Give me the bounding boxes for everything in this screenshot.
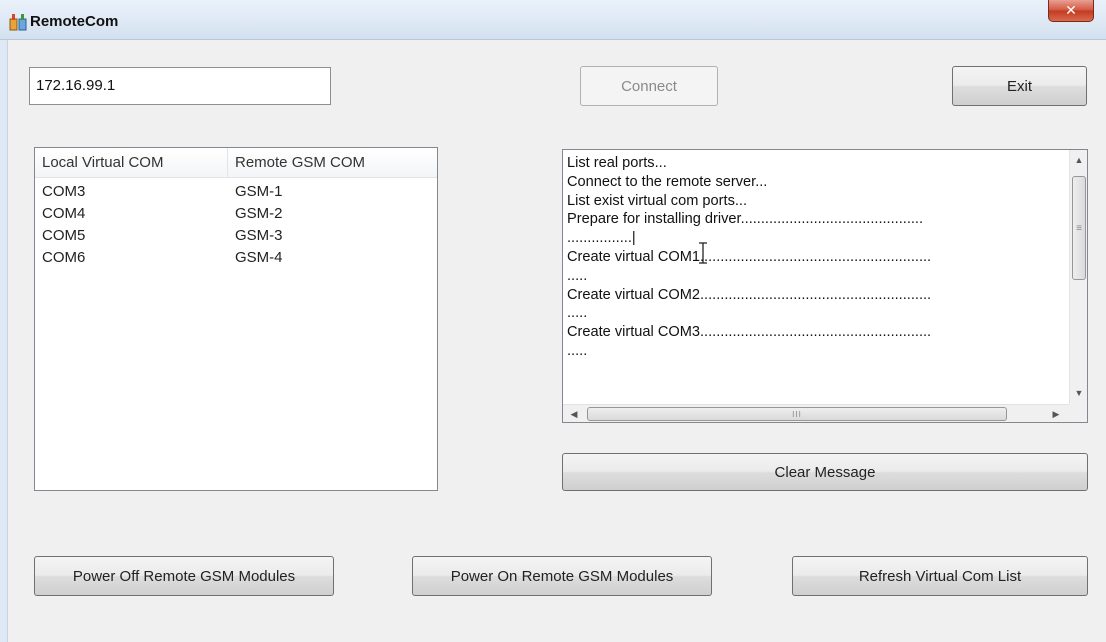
text-cursor-icon <box>699 242 707 264</box>
remote-gsm-cell: GSM-3 <box>235 227 283 244</box>
local-com-cell: COM4 <box>42 205 86 222</box>
column-header-local-virtual-com[interactable]: Local Virtual COM <box>35 148 228 178</box>
message-line: ................| <box>567 230 636 247</box>
column-header-remote-gsm-com[interactable]: Remote GSM COM <box>228 148 437 178</box>
remote-gsm-cell: GSM-1 <box>235 183 283 200</box>
connect-button[interactable]: Connect <box>580 66 718 106</box>
horizontal-scroll-thumb[interactable]: III <box>587 407 1007 421</box>
remote-gsm-cell: GSM-2 <box>235 205 283 222</box>
message-line: Create virtual COM1.....................… <box>567 248 932 265</box>
exit-button[interactable]: Exit <box>952 66 1087 106</box>
grip-icon: III <box>792 409 802 419</box>
list-row[interactable]: COM4 GSM-2 <box>35 203 437 225</box>
app-icon <box>9 14 27 31</box>
power-on-remote-gsm-button[interactable]: Power On Remote GSM Modules <box>412 556 712 596</box>
power-off-remote-gsm-button[interactable]: Power Off Remote GSM Modules <box>34 556 334 596</box>
message-line: ..... <box>567 305 588 322</box>
message-lines: List real ports... Connect to the remote… <box>567 154 1057 361</box>
close-icon: ✕ <box>1065 2 1077 19</box>
local-com-cell: COM3 <box>42 183 86 200</box>
vertical-scroll-thumb[interactable]: ≡ <box>1072 176 1086 280</box>
scrollbar-corner <box>1069 404 1087 422</box>
scroll-left-arrow-icon[interactable]: ◀ <box>567 407 581 421</box>
message-log[interactable]: List real ports... Connect to the remote… <box>562 149 1088 423</box>
message-line: Connect to the remote server... <box>567 173 768 190</box>
ip-address-input[interactable]: 172.16.99.1 <box>29 67 331 105</box>
message-line: Create virtual COM3.....................… <box>567 324 932 341</box>
local-com-cell: COM6 <box>42 249 86 266</box>
close-window-button[interactable]: ✕ <box>1048 0 1094 22</box>
grip-icon: ≡ <box>1076 222 1082 234</box>
window-title: RemoteCom <box>30 13 119 30</box>
scroll-down-arrow-icon[interactable]: ▼ <box>1072 386 1086 400</box>
scroll-up-arrow-icon[interactable]: ▲ <box>1072 153 1086 167</box>
message-line: Create virtual COM2.....................… <box>567 286 932 303</box>
title-bar: RemoteCom ✕ <box>0 0 1106 40</box>
window-frame-left <box>0 40 8 642</box>
scroll-right-arrow-icon[interactable]: ▶ <box>1049 407 1063 421</box>
horizontal-scrollbar[interactable]: ◀ III ▶ <box>563 404 1069 422</box>
remote-gsm-cell: GSM-4 <box>235 249 283 266</box>
com-port-list[interactable]: Local Virtual COM Remote GSM COM COM3 GS… <box>34 147 438 491</box>
clear-message-button[interactable]: Clear Message <box>562 453 1088 491</box>
list-row[interactable]: COM3 GSM-1 <box>35 181 437 203</box>
list-row[interactable]: COM6 GSM-4 <box>35 247 437 269</box>
local-com-cell: COM5 <box>42 227 86 244</box>
vertical-scrollbar[interactable]: ▲ ≡ ▼ <box>1069 150 1087 404</box>
message-line: ..... <box>567 267 588 284</box>
message-line: List real ports... <box>567 155 667 171</box>
refresh-virtual-com-list-button[interactable]: Refresh Virtual Com List <box>792 556 1088 596</box>
message-line: ..... <box>567 342 588 359</box>
message-line: List exist virtual com ports... <box>567 192 748 209</box>
list-row[interactable]: COM5 GSM-3 <box>35 225 437 247</box>
list-header: Local Virtual COM Remote GSM COM <box>35 148 437 178</box>
message-line: Prepare for installing driver...........… <box>567 211 924 228</box>
